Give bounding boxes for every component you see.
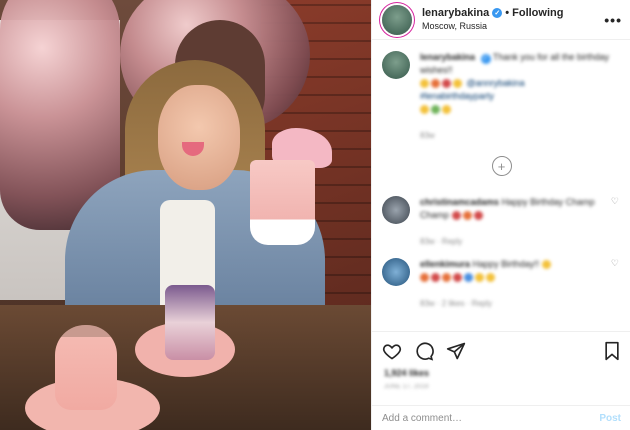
emoji-icon bbox=[453, 79, 462, 89]
post-sidebar: lenarybakina ✓ • Following Moscow, Russi… bbox=[371, 0, 630, 430]
post-button[interactable]: Post bbox=[599, 413, 621, 424]
emoji-icon bbox=[431, 79, 440, 89]
comment-item: ellenkimura Happy Birthday!! 83w · 2 lik… bbox=[382, 258, 621, 310]
comment-avatar[interactable] bbox=[382, 258, 410, 286]
action-bar bbox=[372, 331, 630, 369]
emoji-icon bbox=[442, 273, 451, 283]
comment-meta[interactable]: 83w · Reply bbox=[420, 237, 462, 246]
caption-body: lenarybakina ✓ Thank you for all the bir… bbox=[420, 51, 621, 142]
caption-avatar[interactable] bbox=[382, 51, 410, 79]
photo-face bbox=[158, 85, 240, 190]
post-header: lenarybakina ✓ • Following Moscow, Russi… bbox=[372, 0, 630, 40]
post-photo[interactable] bbox=[0, 0, 371, 430]
emoji-icon bbox=[475, 273, 484, 283]
emoji-icon bbox=[462, 211, 472, 221]
emoji-icon bbox=[453, 273, 462, 283]
avatar[interactable] bbox=[382, 4, 412, 35]
comment-icon[interactable] bbox=[414, 341, 434, 361]
emoji-icon bbox=[420, 273, 429, 283]
comment-form: Post bbox=[372, 405, 630, 430]
comment-like-heart-icon[interactable]: ♡ bbox=[611, 258, 619, 269]
emoji-icon bbox=[451, 211, 461, 221]
verified-icon: ✓ bbox=[492, 8, 503, 18]
location-link[interactable]: Moscow, Russia bbox=[422, 20, 604, 33]
comment-avatar[interactable] bbox=[382, 196, 410, 224]
username-link[interactable]: lenarybakina bbox=[422, 7, 489, 20]
caption-username[interactable]: lenarybakina bbox=[420, 52, 475, 62]
more-options-icon[interactable]: ••• bbox=[604, 12, 622, 28]
post-date: JUNE 17, 2019 bbox=[384, 384, 429, 390]
caption-hashtag[interactable]: #lenabirthdayparty bbox=[420, 91, 494, 101]
caption-mention[interactable]: @annrybakina bbox=[467, 78, 525, 88]
emoji-icon bbox=[464, 273, 473, 283]
comment-input[interactable] bbox=[382, 412, 600, 424]
bookmark-icon[interactable] bbox=[603, 341, 621, 361]
photo-cup-left bbox=[55, 325, 117, 410]
emoji-icon bbox=[431, 105, 440, 115]
verified-icon: ✓ bbox=[480, 53, 491, 64]
heart-icon[interactable] bbox=[382, 341, 402, 361]
comment-username[interactable]: christinamcadams bbox=[420, 197, 499, 207]
comment-like-heart-icon[interactable]: ♡ bbox=[611, 196, 619, 207]
emoji-icon bbox=[442, 79, 451, 89]
comment-body: ellenkimura Happy Birthday!! 83w · 2 lik… bbox=[420, 258, 621, 310]
caption: lenarybakina ✓ Thank you for all the bir… bbox=[382, 51, 621, 142]
comment-body: christinamcadams Happy Birthday Champ Ch… bbox=[420, 196, 621, 248]
emoji-icon bbox=[473, 211, 483, 221]
caption-time: 83w bbox=[420, 131, 435, 140]
emoji-icon bbox=[486, 273, 495, 283]
share-icon[interactable] bbox=[446, 341, 466, 361]
comment-text: Happy Birthday!! bbox=[472, 259, 540, 269]
plus-circle-icon[interactable]: + bbox=[491, 156, 512, 176]
comments-list[interactable]: lenarybakina ✓ Thank you for all the bir… bbox=[372, 41, 630, 331]
header-separator: • bbox=[505, 6, 510, 19]
comment-username[interactable]: ellenkimura bbox=[420, 259, 470, 269]
emoji-icon bbox=[541, 260, 551, 270]
following-button[interactable]: Following bbox=[512, 7, 563, 20]
comment-meta[interactable]: 83w · 2 likes · Reply bbox=[420, 299, 492, 308]
likes-count[interactable]: 1,924 likes bbox=[384, 368, 429, 378]
emoji-icon bbox=[431, 273, 440, 283]
emoji-icon bbox=[442, 105, 451, 115]
post-header-top: lenarybakina ✓ • Following bbox=[422, 7, 604, 20]
photo-cake-slice bbox=[165, 285, 215, 360]
comment-item: christinamcadams Happy Birthday Champ Ch… bbox=[382, 196, 621, 248]
photo-cup-right bbox=[250, 160, 315, 245]
post-header-text: lenarybakina ✓ • Following Moscow, Russi… bbox=[422, 7, 604, 33]
emoji-icon bbox=[420, 79, 429, 89]
emoji-icon bbox=[420, 105, 429, 115]
